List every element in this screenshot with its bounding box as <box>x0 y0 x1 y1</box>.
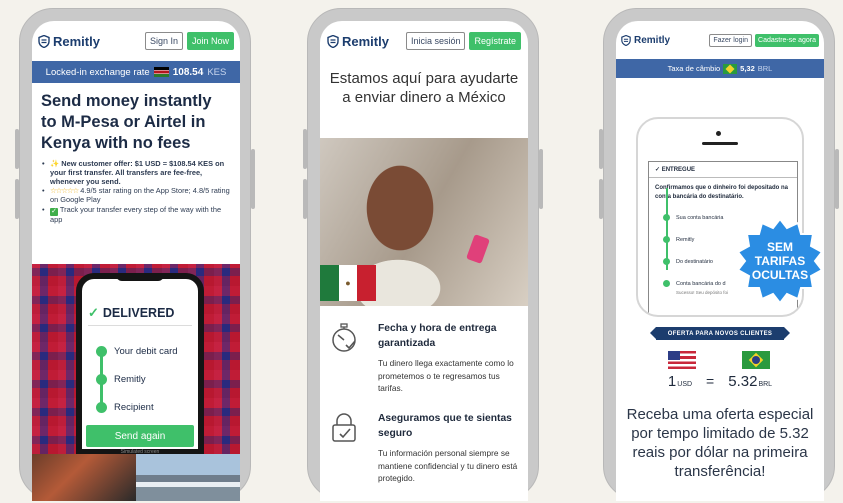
stopwatch-icon <box>332 323 356 352</box>
delivered-status: ✓ ENTREGUE <box>649 162 797 178</box>
send-again-button[interactable]: Send again <box>86 425 194 447</box>
register-button[interactable]: Cadastre-se agora <box>755 33 819 47</box>
from-currency: USD <box>677 381 693 388</box>
new-customer-ribbon: OFERTA PARA NOVOS CLIENTES <box>650 327 790 340</box>
shield-icon <box>621 34 631 46</box>
transfer-steps: Your debit card Remitly Recipient <box>96 337 178 421</box>
register-button[interactable]: Regístrate <box>469 32 521 50</box>
confirmation-text: Confirmamos que o dinheiro foi depositad… <box>655 185 789 200</box>
step-item: Sua conta bancária <box>663 214 723 221</box>
to-amount: 5.32 <box>728 373 758 390</box>
step-label: Recipient <box>114 401 154 413</box>
rate-value: 5,32 <box>740 64 755 73</box>
rate-label: Locked-in exchange rate <box>45 66 150 78</box>
check-icon: ✓ <box>88 305 99 320</box>
mexico-flag-icon: ● <box>320 265 377 301</box>
app-screen-mockup: ✓ DELIVERED Your debit card Remitly Reci… <box>76 273 204 455</box>
remitly-logo[interactable]: Remitly <box>38 34 100 49</box>
badge-line: SEM <box>766 240 793 254</box>
benefits-list: ✨ New customer offer: $1 USD = $108.54 K… <box>32 158 240 225</box>
step-label: Do destinatário <box>676 258 713 265</box>
usa-flag-icon <box>668 351 696 369</box>
delivered-status: ✓ DELIVERED <box>88 305 174 321</box>
sign-in-button[interactable]: Sign In <box>144 32 183 50</box>
shield-icon <box>38 34 50 48</box>
step-item: Your debit card <box>96 337 178 365</box>
step-label: Remitly <box>676 236 695 243</box>
step-item: Remitly <box>663 236 694 243</box>
step-item: Do destinatário <box>663 258 713 265</box>
logo-text: Remitly <box>53 33 100 49</box>
screen-mexico: Remitly Inicia sesión Regístrate Estamos… <box>320 21 528 501</box>
phone-mockup-brazil: Remitly Fazer login Cadastre-se agora Ta… <box>599 8 839 501</box>
conversion-rate: 1USD = 5.32BRL <box>616 373 824 391</box>
brazil-flag-icon <box>723 63 738 74</box>
rate-label: Taxa de câmbio <box>667 64 721 73</box>
step-label: Remitly <box>114 373 146 385</box>
step-note: Sucesso! Seu depósito foi <box>676 290 728 295</box>
equals-sign: = <box>706 373 715 389</box>
badge-line: OCULTAS <box>751 268 809 282</box>
brazil-flag-icon <box>742 351 770 369</box>
remitly-logo[interactable]: Remitly <box>327 34 389 49</box>
header: Remitly Inicia sesión Regístrate <box>320 21 528 61</box>
track-text: Track your transfer every step of the wa… <box>50 204 222 224</box>
star-rating-icon: ☆☆☆☆☆ <box>50 186 79 196</box>
kenya-flag-icon <box>153 67 169 77</box>
mountain-photo <box>136 454 240 501</box>
sign-in-button[interactable]: Inicia sesión <box>405 32 466 50</box>
offer-text: Receba uma oferta especial por tempo lim… <box>626 406 814 480</box>
step-label: Conta bancária do d <box>676 280 726 287</box>
badge-text: SEM TARIFAS OCULTAS <box>734 240 824 282</box>
step-item: Conta bancária do d <box>663 280 726 287</box>
step-label: Your debit card <box>114 345 178 357</box>
feature-description: Tu dinero llega exactamente como lo prom… <box>378 358 514 393</box>
phone-mockup-mexico: Remitly Inicia sesión Regístrate Estamos… <box>303 8 543 501</box>
logo-text: Remitly <box>634 34 671 46</box>
screen-kenya: Remitly Sign In Join Now Locked-in excha… <box>32 21 240 501</box>
rate-currency: BRL <box>757 64 773 73</box>
exchange-rate-bar: Locked-in exchange rate 108.54 KES <box>32 61 240 83</box>
phone-mockup-kenya: Remitly Sign In Join Now Locked-in excha… <box>15 8 255 501</box>
delivered-label: ENTREGUE <box>661 167 696 173</box>
to-currency: BRL <box>758 381 773 388</box>
header: Remitly Sign In Join Now <box>32 21 240 61</box>
remitly-logo[interactable]: Remitly <box>621 34 671 46</box>
header: Remitly Fazer login Cadastre-se agora <box>616 21 824 59</box>
step-note-text: Sucesso! Seu depósito foi <box>676 290 729 295</box>
badge-line: TARIFAS <box>754 254 806 268</box>
feature-title: Aseguramos que te sientas seguro <box>378 413 512 439</box>
list-item: ✨ New customer offer: $1 USD = $108.54 K… <box>42 159 232 186</box>
exchange-rate-bar: Taxa de câmbio 5,32 BRL <box>616 59 824 78</box>
step-label: Sua conta bancária <box>676 214 724 221</box>
screen-brazil: Remitly Fazer login Cadastre-se agora Ta… <box>616 21 824 501</box>
login-button[interactable]: Fazer login <box>709 33 753 47</box>
delivered-label: DELIVERED <box>102 306 175 320</box>
from-amount: 1 <box>667 373 677 390</box>
logo-text: Remitly <box>342 33 389 49</box>
shield-icon <box>327 34 339 48</box>
rate-currency: KES <box>207 66 227 78</box>
page-headline: Estamos aquí para ayudarte a enviar dine… <box>329 70 519 106</box>
join-now-button[interactable]: Join Now <box>186 32 234 50</box>
step-item: Recipient <box>96 393 178 421</box>
step-item: Remitly <box>96 365 178 393</box>
feature-title: Fecha y hora de entrega garantizada <box>378 323 497 349</box>
list-item: ☆☆☆☆☆ 4.9/5 star rating on the App Store… <box>42 186 232 205</box>
rate-value: 108.54 <box>172 66 204 78</box>
padlock-icon <box>332 413 356 442</box>
feature-description: Tu información personal siempre se manti… <box>378 448 518 483</box>
people-photo <box>32 454 136 501</box>
list-item: ✓ Track your transfer every step of the … <box>42 204 232 225</box>
page-headline: Send money instantly to M-Pesa or Airtel… <box>41 92 212 152</box>
